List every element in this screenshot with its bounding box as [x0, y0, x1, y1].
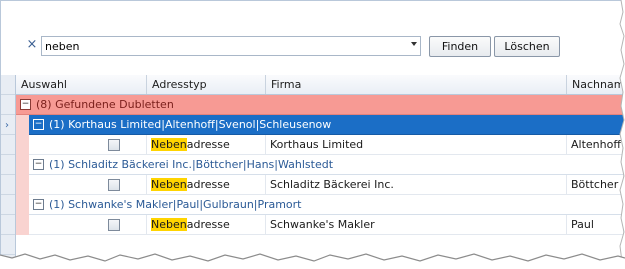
collapse-icon[interactable]: −: [33, 158, 44, 170]
indicator-header-cell: [1, 75, 15, 95]
cell-adresstyp: Nebenadresse: [147, 215, 266, 234]
cell-firma: Schwanke's Makler: [266, 215, 567, 234]
column-header-auswahl[interactable]: Auswahl: [16, 75, 147, 94]
adresstyp-text: adresse: [186, 138, 230, 151]
cell-firma: Korthaus Limited: [266, 135, 567, 154]
column-header-firma[interactable]: Firma: [266, 75, 567, 94]
group-row-duplicates[interactable]: − (8) Gefundene Dubletten: [16, 95, 624, 115]
search-match-highlight: Neben: [151, 138, 187, 151]
grid-header: Auswahl Adresstyp Firma Nachname: [16, 75, 624, 95]
clear-filter-icon[interactable]: ×: [25, 38, 39, 52]
group-label: (1) Korthaus Limited|Altenhoff|Svenol|Sc…: [49, 118, 332, 131]
cell-nachname: Böttcher: [567, 175, 624, 194]
select-checkbox[interactable]: [108, 139, 120, 151]
current-row-arrow-icon: ›: [5, 120, 9, 131]
column-header-adresstyp[interactable]: Adresstyp: [147, 75, 266, 94]
search-match-highlight: Neben: [151, 178, 187, 191]
clear-button[interactable]: Löschen: [494, 36, 560, 57]
table-row[interactable]: Nebenadresse Schwanke's Makler Paul: [29, 215, 624, 235]
table-row[interactable]: Nebenadresse Korthaus Limited Altenhoff: [29, 135, 624, 155]
collapse-icon[interactable]: −: [33, 198, 44, 210]
find-button[interactable]: Finden: [429, 36, 491, 57]
cell-auswahl: [29, 135, 147, 154]
torn-edge-right: [618, 0, 625, 262]
cell-nachname: Altenhoff: [567, 135, 624, 154]
indicator-cell: [1, 215, 15, 235]
indicator-cell: [1, 135, 15, 155]
chevron-down-icon[interactable]: [411, 42, 417, 46]
cell-auswahl: [29, 215, 147, 234]
cell-firma: Schladitz Bäckerei Inc.: [266, 175, 567, 194]
column-header-nachname[interactable]: Nachname: [567, 75, 624, 94]
collapse-icon[interactable]: −: [33, 118, 44, 130]
group-row-schwanke[interactable]: − (1) Schwanke's Makler|Paul|Gulbraun|Pra…: [29, 195, 624, 215]
group-label: (1) Schwanke's Makler|Paul|Gulbraun|Pram…: [49, 198, 302, 211]
select-checkbox[interactable]: [108, 219, 120, 231]
indicator-cell[interactable]: ›: [1, 115, 15, 135]
row-indicator-column: ›: [1, 75, 16, 263]
adresstyp-text: adresse: [186, 218, 230, 231]
group-label: (8) Gefundene Dubletten: [36, 98, 174, 111]
cell-nachname: Paul: [567, 215, 624, 234]
group-label: (1) Schladitz Bäckerei Inc.|Böttcher|Han…: [49, 158, 334, 171]
search-input[interactable]: [42, 37, 401, 55]
duplicate-search-window: × Finden Löschen › Auswahl Adresstyp Fir: [0, 0, 624, 263]
cell-adresstyp: Nebenadresse: [147, 175, 266, 194]
indicator-cell: [1, 195, 15, 215]
collapse-icon[interactable]: −: [20, 98, 31, 110]
cell-adresstyp: Nebenadresse: [147, 135, 266, 154]
search-match-highlight: Neben: [151, 218, 187, 231]
search-combobox[interactable]: [41, 36, 421, 56]
adresstyp-text: adresse: [186, 178, 230, 191]
select-checkbox[interactable]: [108, 179, 120, 191]
table-row[interactable]: Nebenadresse Schladitz Bäckerei Inc. Böt…: [29, 175, 624, 195]
cell-auswahl: [29, 175, 147, 194]
indicator-cell: [1, 175, 15, 195]
group-row-schladitz[interactable]: − (1) Schladitz Bäckerei Inc.|Böttcher|Ha…: [29, 155, 624, 175]
indicator-cell: [1, 155, 15, 175]
filter-bar: × Finden Löschen: [1, 1, 624, 63]
torn-edge-bottom: [0, 253, 625, 269]
group-indent: [16, 115, 29, 235]
results-grid: › Auswahl Adresstyp Firma Nachname −(8) …: [1, 75, 624, 263]
indicator-cell: [1, 95, 15, 115]
group-row-korthaus[interactable]: − (1) Korthaus Limited|Altenhoff|Svenol|S…: [29, 115, 624, 135]
